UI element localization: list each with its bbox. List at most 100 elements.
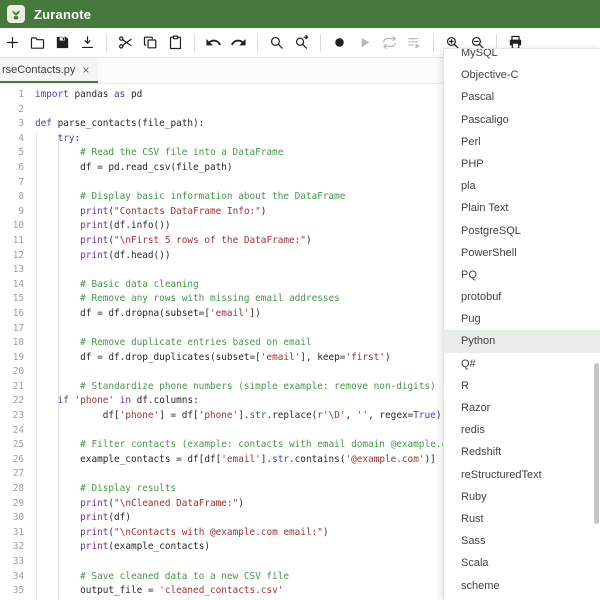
language-option[interactable]: Rust [444,508,600,530]
code-text: print(example_contacts) [80,541,210,553]
line-number: 32 [12,541,24,553]
code-text: print("\nCleaned DataFrame:") [80,497,244,509]
code-text: print("Contacts DataFrame Info:") [80,205,267,217]
line-number: 16 [12,307,24,319]
language-option[interactable]: PowerShell [444,242,600,264]
language-option[interactable]: PQ [444,264,600,286]
toolbar-separator [106,33,107,52]
language-option[interactable]: Redshift [444,441,600,463]
line-number: 30 [12,512,24,524]
copy-icon [142,34,159,51]
undo-button[interactable] [201,30,226,56]
line-number: 14 [12,278,24,290]
line-number: 27 [12,468,24,480]
line-number: 5 [18,147,24,159]
run-button [352,30,377,56]
toolbar-separator [433,33,434,52]
language-option[interactable]: scheme [444,575,600,597]
code-text: df = df.drop_duplicates(subset=['email']… [35,351,391,363]
new-file-button[interactable] [0,30,25,56]
find-button[interactable] [264,30,289,56]
language-list: MySQL Objective-C Pascal Pascaligo Perl PHP pl… [444,49,600,597]
code-text: import pandas as pd [35,89,143,100]
language-option[interactable]: Ruby [444,486,600,508]
language-option[interactable]: Scala [444,552,600,574]
line-number: 4 [18,132,24,144]
code-text: print(df.head()) [80,249,171,261]
language-option[interactable]: protobuf [444,286,600,308]
download-button[interactable] [75,30,100,56]
paste-icon [167,34,184,51]
line-number: 6 [18,161,24,173]
language-option[interactable]: PostgreSQL [444,220,600,242]
find-icon [268,34,285,51]
language-option[interactable]: Q# [444,353,600,375]
line-number: 31 [12,526,24,538]
language-option[interactable]: MySQL [444,49,600,64]
line-number: 17 [12,322,24,334]
language-option[interactable]: pla [444,175,600,197]
language-option[interactable]: PHP [444,153,600,175]
code-text: try: [57,132,81,144]
language-option[interactable]: Objective-C [444,64,600,86]
paste-button[interactable] [163,30,188,56]
cut-icon [117,34,134,51]
line-number: 24 [12,424,24,436]
language-option[interactable]: Python [444,330,600,353]
language-option[interactable]: redis [444,419,600,441]
language-option[interactable]: reStructuredText [444,464,600,486]
redo-icon [230,34,247,51]
record-icon [331,34,348,51]
language-dropdown: MySQL Objective-C Pascal Pascaligo Perl PHP pl… [443,48,600,600]
code-text: df = df.dropna(subset=['email']) [35,307,261,319]
line-number: 9 [18,205,24,217]
line-number: 33 [12,556,24,567]
undo-icon [205,34,222,51]
record-button[interactable] [327,30,352,56]
app-header: Zuranote [0,0,600,28]
code-text: df['phone'] = df['phone'].str.replace(r'… [35,410,442,422]
language-option[interactable]: Pascal [444,86,600,108]
code-text: def parse_contacts(file_path): [35,118,205,130]
code-text: # Basic data cleaning [80,278,199,290]
code-text: # Filter contacts (example: contacts wit… [80,439,464,451]
find-replace-icon [293,34,310,51]
tab-close-icon[interactable]: × [82,64,89,76]
line-number: 22 [12,395,24,407]
language-option[interactable]: Pascaligo [444,109,600,131]
save-icon [54,34,71,51]
toolbar-group [0,30,100,56]
toolbar-separator [320,33,321,52]
redo-button[interactable] [226,30,251,56]
language-option[interactable]: R [444,375,600,397]
find-replace-button[interactable] [289,30,314,56]
cut-button[interactable] [113,30,138,56]
line-number: 3 [18,118,24,130]
line-number: 23 [12,410,24,422]
language-option[interactable]: Sass [444,530,600,552]
line-number: 12 [12,249,24,261]
code-text: df = pd.read_csv(file_path) [35,161,233,173]
tab-file[interactable]: rseContacts.py × [0,58,99,83]
app-window: Zuranote rseContacts.py × 1 import pandas… [0,0,600,600]
line-number: 35 [12,585,24,597]
open-folder-button[interactable] [25,30,50,56]
line-number: 13 [12,264,24,276]
line-number: 25 [12,439,24,451]
language-option[interactable]: Plain Text [444,197,600,219]
language-option[interactable]: Razor [444,397,600,419]
code-text: print("\nFirst 5 rows of the DataFrame:"… [80,234,312,246]
dropdown-scrollbar[interactable] [594,363,599,524]
save-button[interactable] [50,30,75,56]
language-option[interactable]: Perl [444,131,600,153]
code-text: # Display results [80,483,177,495]
language-option[interactable]: Pug [444,308,600,330]
toolbar-separator [257,33,258,52]
new-file-icon [4,34,21,51]
copy-button[interactable] [138,30,163,56]
